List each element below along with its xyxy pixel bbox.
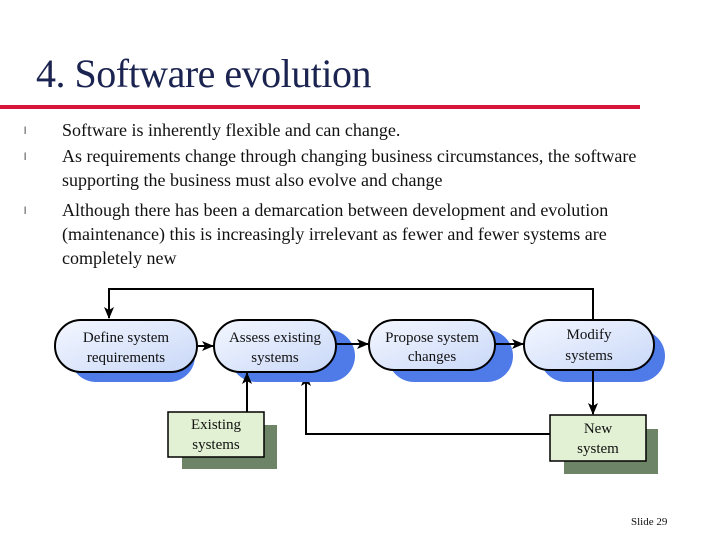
process-node-propose: Propose system changes [368, 319, 496, 371]
node-label: systems [565, 348, 613, 364]
evolution-diagram: Define system requirements Assess existi… [54, 288, 665, 474]
slide-number: Slide 29 [631, 516, 668, 528]
node-label: Propose system [385, 330, 479, 346]
data-node-existing: Existing systems [167, 411, 265, 458]
node-label: systems [192, 437, 240, 453]
node-label: changes [408, 349, 456, 365]
node-label: requirements [87, 350, 165, 366]
node-label: Define system [83, 330, 170, 346]
edge-modify-define [104, 288, 594, 321]
data-node-new: New system [549, 414, 647, 462]
node-label: New [584, 421, 612, 437]
node-label: system [577, 441, 619, 457]
edge-new-assess [301, 374, 552, 435]
process-node-assess: Assess existing systems [213, 319, 337, 373]
node-label: Modify [567, 327, 613, 343]
node-label: systems [251, 350, 299, 366]
process-node-modify: Modify systems [523, 319, 655, 371]
process-node-define: Define system requirements [54, 319, 198, 373]
node-label: Assess existing [229, 330, 322, 346]
node-label: Existing [191, 417, 242, 433]
